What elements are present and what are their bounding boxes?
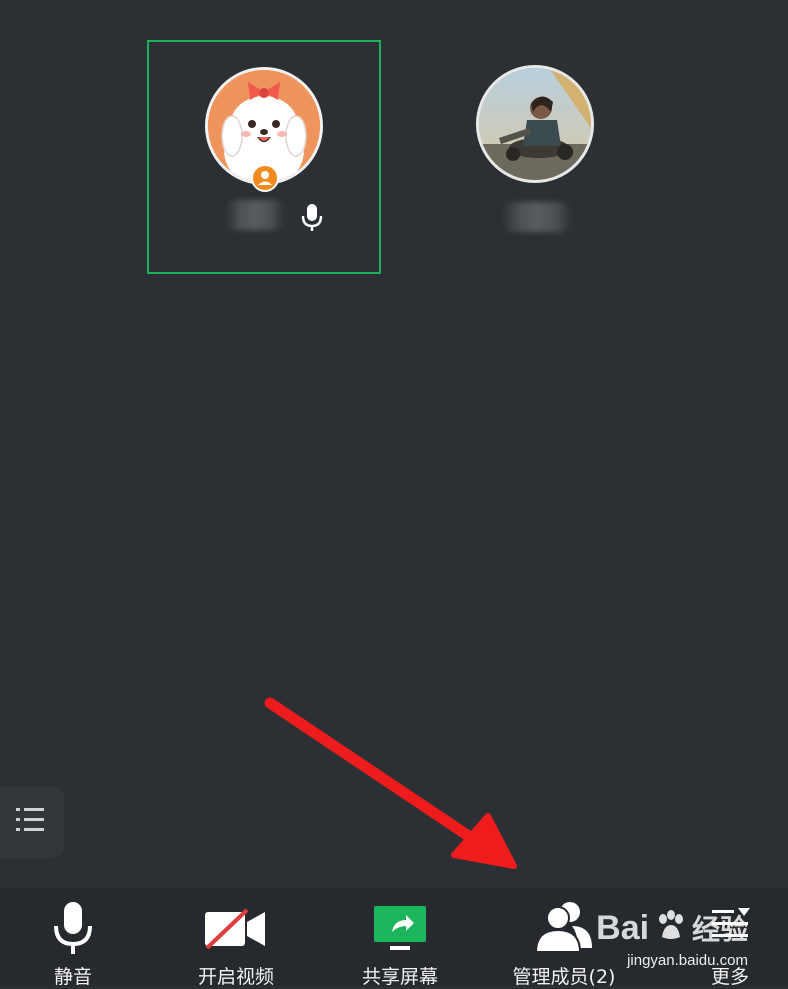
meeting-stage xyxy=(0,0,788,888)
watermark-logo-suffix: 经验 xyxy=(691,914,748,945)
host-badge xyxy=(251,164,279,192)
avatar-photo-icon xyxy=(479,68,591,180)
microphone-icon xyxy=(54,902,92,954)
participant-name-redacted xyxy=(502,202,572,232)
baidu-jingyan-watermark: Bai 经验 jingyan.baidu.com xyxy=(596,908,748,969)
paw-icon xyxy=(658,910,683,939)
watermark-logo: Bai xyxy=(596,909,650,947)
members-icon xyxy=(534,902,592,953)
share-screen-button[interactable]: 共享屏幕 xyxy=(346,888,454,988)
participant-name-redacted xyxy=(225,200,285,230)
mute-button[interactable]: 静音 xyxy=(18,888,128,988)
list-icon xyxy=(16,808,44,831)
start-video-label: 开启视频 xyxy=(197,966,274,988)
manage-members-label: 管理成员(2) xyxy=(512,966,616,988)
microphone-icon xyxy=(301,204,323,231)
share-screen-label: 共享屏幕 xyxy=(361,966,438,988)
mute-label: 静音 xyxy=(53,966,92,988)
host-user-icon xyxy=(258,171,272,185)
participant-avatar xyxy=(476,65,594,183)
video-camera-off-icon xyxy=(205,908,265,950)
share-screen-icon xyxy=(374,906,426,950)
watermark-site: jingyan.baidu.com xyxy=(627,952,748,969)
start-video-button[interactable]: 开启视频 xyxy=(180,888,292,988)
participant-tile-host[interactable] xyxy=(147,40,381,274)
participant-list-toggle[interactable] xyxy=(0,786,64,858)
participant-tile[interactable] xyxy=(418,40,652,274)
